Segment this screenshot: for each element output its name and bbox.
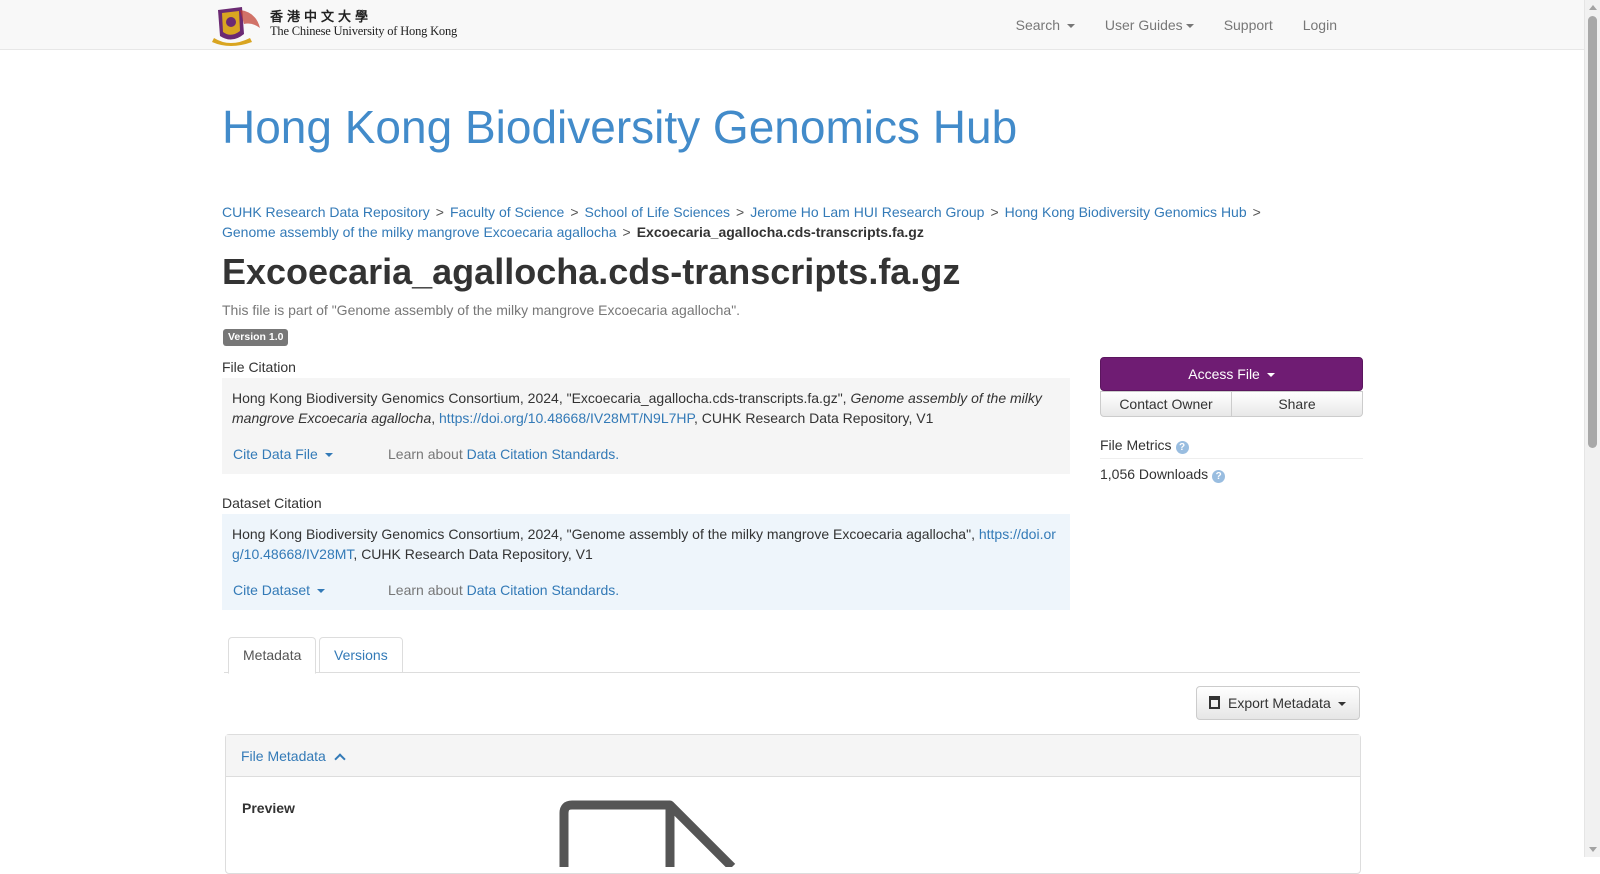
caret-down-icon xyxy=(316,589,325,594)
dataset-citation-box: Hong Kong Biodiversity Genomics Consorti… xyxy=(222,514,1070,610)
file-cite-row: Cite Data File Learn about Data Citation… xyxy=(233,444,1053,464)
file-citation-sep: , xyxy=(431,410,440,426)
file-citation-label: File Citation xyxy=(222,359,296,375)
nav-user-guides-dropdown[interactable]: User Guides xyxy=(1090,0,1209,50)
cuhk-crest-logo xyxy=(212,4,264,46)
export-icon xyxy=(1209,696,1220,709)
access-file-label: Access File xyxy=(1188,366,1260,382)
nav-user-guides-label: User Guides xyxy=(1104,17,1183,33)
question-circle-icon[interactable]: ? xyxy=(1175,441,1189,454)
cite-dataset-dropdown[interactable]: Cite Dataset xyxy=(233,580,388,600)
caret-down-icon xyxy=(1185,24,1194,29)
cite-data-file-label: Cite Data File xyxy=(233,446,318,462)
breadcrumb-item-faculty[interactable]: Faculty of Science xyxy=(450,204,564,220)
breadcrumb: CUHK Research Data Repository > Faculty of… xyxy=(222,202,1282,242)
breadcrumb-item-research-group[interactable]: Jerome Ho Lam HUI Research Group xyxy=(750,204,984,220)
breadcrumb-item-repository[interactable]: CUHK Research Data Repository xyxy=(222,204,430,220)
file-citation-box: Hong Kong Biodiversity Genomics Consorti… xyxy=(222,378,1070,474)
downloads-label: 1,056 Downloads xyxy=(1100,466,1209,482)
file-metrics-label: File Metrics xyxy=(1100,437,1172,453)
nav-login-link[interactable]: Login xyxy=(1288,0,1352,50)
breadcrumb-separator: > xyxy=(570,204,579,220)
caret-down-icon xyxy=(1337,702,1346,707)
scroll-down-arrow-icon[interactable] xyxy=(1589,847,1597,852)
breadcrumb-item-dataset[interactable]: Genome assembly of the milky mangrove Ex… xyxy=(222,224,617,240)
version-badge: Version 1.0 xyxy=(223,329,289,346)
question-circle-icon[interactable]: ? xyxy=(1212,470,1226,483)
brand-text: 香港中文大學 The Chinese University of Hong Ko… xyxy=(270,9,458,39)
part-of-text: This file is part of "Genome assembly of… xyxy=(222,302,741,318)
breadcrumb-separator: > xyxy=(622,224,631,240)
breadcrumb-separator: > xyxy=(736,204,745,220)
caret-down-icon xyxy=(1266,373,1275,378)
caret-down-icon xyxy=(324,453,333,458)
nav-menu: Search User Guides Support Login xyxy=(1001,0,1352,50)
tab-versions[interactable]: Versions xyxy=(319,637,403,673)
brand-name-chinese: 香港中文大學 xyxy=(270,9,373,25)
export-metadata-label: Export Metadata xyxy=(1228,695,1331,711)
breadcrumb-item-current: Excoecaria_agallocha.cds-transcripts.fa.… xyxy=(636,224,924,240)
scroll-thumb[interactable] xyxy=(1588,16,1597,448)
tab-metadata[interactable]: Metadata xyxy=(228,637,317,674)
page-scrollbar[interactable] xyxy=(1584,0,1600,857)
dataset-citation-text: Hong Kong Biodiversity Genomics Consorti… xyxy=(232,526,979,542)
dataset-citation-end: , CUHK Research Data Repository, V1 xyxy=(353,546,593,562)
breadcrumb-separator: > xyxy=(435,204,444,220)
contact-owner-button[interactable]: Contact Owner xyxy=(1100,391,1232,417)
breadcrumb-item-school[interactable]: School of Life Sciences xyxy=(585,204,731,220)
downloads-count: 1,056 Downloads? xyxy=(1100,466,1226,483)
top-navbar: 香港中文大學 The Chinese University of Hong Ko… xyxy=(0,0,1584,50)
learn-prefix: Learn about xyxy=(388,582,467,598)
university-brand[interactable]: 香港中文大學 The Chinese University of Hong Ko… xyxy=(212,4,457,46)
learn-about-text: Learn about Data Citation Standards. xyxy=(388,580,619,600)
hub-title-link[interactable]: Hong Kong Biodiversity Genomics Hub xyxy=(222,100,1017,154)
brand-name-english: The Chinese University of Hong Kong xyxy=(270,24,458,39)
cite-data-file-dropdown[interactable]: Cite Data File xyxy=(233,444,388,464)
nav-support-link[interactable]: Support xyxy=(1209,0,1288,50)
learn-prefix: Learn about xyxy=(388,446,467,462)
file-metadata-heading: File Metadata xyxy=(241,748,326,764)
share-button[interactable]: Share xyxy=(1232,391,1363,417)
learn-about-text: Learn about Data Citation Standards. xyxy=(388,444,619,464)
file-citation-end: , CUHK Research Data Repository, V1 xyxy=(694,410,934,426)
access-file-button[interactable]: Access File xyxy=(1100,357,1363,391)
data-citation-standards-link[interactable]: Data Citation Standards. xyxy=(467,582,620,598)
scroll-up-arrow-icon[interactable] xyxy=(1589,5,1597,10)
caret-down-icon xyxy=(1066,24,1075,29)
breadcrumb-separator: > xyxy=(990,204,999,220)
breadcrumb-separator: > xyxy=(1252,204,1261,220)
file-metadata-toggle[interactable]: File Metadata xyxy=(226,735,1360,777)
file-metadata-panel: File Metadata Preview xyxy=(225,734,1361,874)
nav-search-label: Search xyxy=(1015,17,1060,33)
owner-share-button-group: Contact Owner Share xyxy=(1100,391,1363,417)
preview-label: Preview xyxy=(242,800,295,816)
dataset-cite-row: Cite Dataset Learn about Data Citation S… xyxy=(233,580,1053,600)
file-title: Excoecaria_agallocha.cds-transcripts.fa.… xyxy=(222,251,961,292)
cite-dataset-label: Cite Dataset xyxy=(233,582,311,598)
file-tabs: Metadata Versions xyxy=(224,637,1360,674)
file-citation-text: Hong Kong Biodiversity Genomics Consorti… xyxy=(232,390,851,406)
file-metrics-heading: File Metrics? xyxy=(1100,437,1363,459)
data-citation-standards-link[interactable]: Data Citation Standards. xyxy=(467,446,620,462)
export-metadata-button[interactable]: Export Metadata xyxy=(1196,686,1360,720)
file-preview-icon xyxy=(556,797,746,871)
chevron-up-icon xyxy=(334,753,346,765)
breadcrumb-item-hub[interactable]: Hong Kong Biodiversity Genomics Hub xyxy=(1005,204,1247,220)
file-doi-link[interactable]: https://doi.org/10.48668/IV28MT/N9L7HP xyxy=(439,410,694,426)
dataset-citation-label: Dataset Citation xyxy=(222,495,322,511)
nav-search-dropdown[interactable]: Search xyxy=(1001,0,1090,50)
